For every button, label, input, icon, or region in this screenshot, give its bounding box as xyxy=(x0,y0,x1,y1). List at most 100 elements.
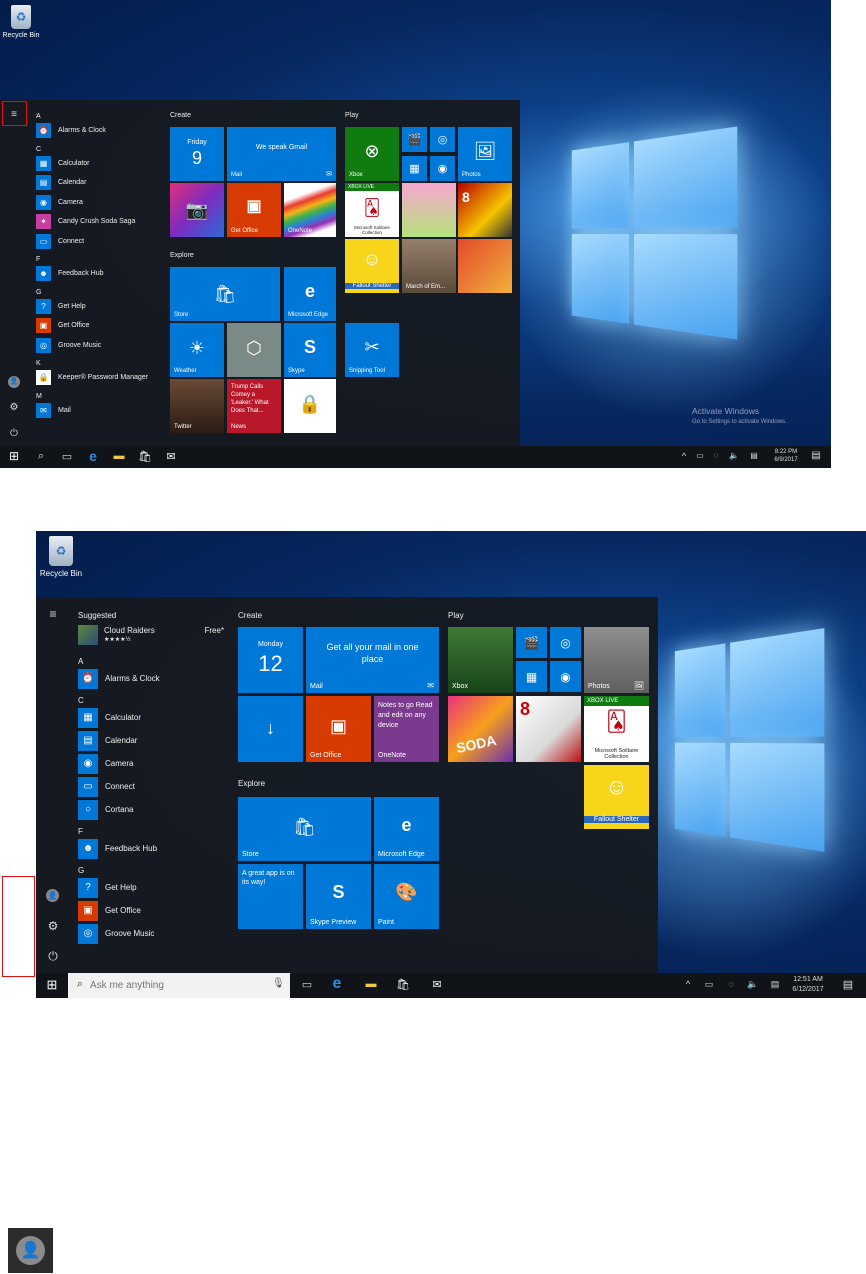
tile-store[interactable]: 🛍 Store xyxy=(238,797,371,861)
tile-skype[interactable]: S Skype xyxy=(284,323,336,377)
tile-xbox[interactable]: Xbox xyxy=(448,627,513,693)
gear-icon[interactable]: ⚙ xyxy=(44,917,62,935)
chevron-up-icon[interactable]: ^ xyxy=(678,451,690,461)
list-item[interactable]: ▣ Get Office xyxy=(78,899,228,922)
mail-icon[interactable]: ✉ xyxy=(162,450,180,463)
gear-icon[interactable]: ⚙ xyxy=(6,400,22,416)
list-item[interactable]: ▭ Connect xyxy=(78,775,228,798)
edge-icon[interactable]: e xyxy=(84,448,102,464)
tile-calculator[interactable]: ▦ xyxy=(402,156,427,181)
list-item[interactable]: ◉ Camera xyxy=(36,193,156,213)
network-icon[interactable]: ◌ xyxy=(724,979,738,989)
tile-edge[interactable]: e Microsoft Edge xyxy=(374,797,439,861)
keyboard-icon[interactable]: ▤ xyxy=(766,979,784,990)
list-item[interactable]: ✉ Mail xyxy=(36,401,156,421)
volume-icon[interactable]: 🔈 xyxy=(746,979,760,990)
task-view-icon[interactable]: ▭ xyxy=(298,978,316,991)
recycle-bin[interactable]: ♻ Recycle Bin xyxy=(38,536,84,578)
list-item[interactable]: ▭ Connect xyxy=(36,232,156,252)
start-button[interactable]: ⊞ xyxy=(40,977,64,993)
volume-icon[interactable]: 🔈 xyxy=(728,451,740,460)
list-item[interactable]: ? Get Help xyxy=(78,876,228,899)
notification-icon[interactable]: ▤ xyxy=(808,450,824,461)
tile-download[interactable]: ↓ xyxy=(238,696,303,762)
tile-game-hero[interactable] xyxy=(458,239,512,293)
tile-march-of-empires[interactable]: March of Em... xyxy=(402,239,456,293)
list-item[interactable]: ⏰ Alarms & Clock xyxy=(78,667,228,690)
search-box[interactable]: ⌕ 🎙 xyxy=(68,973,290,998)
file-explorer-icon[interactable]: ▬ xyxy=(110,450,128,462)
task-view-icon[interactable]: ▭ xyxy=(58,450,76,463)
list-item[interactable]: ⏰ Alarms & Clock xyxy=(36,121,156,141)
list-item[interactable]: ○ Cortana xyxy=(78,798,228,821)
list-item[interactable]: ◎ Groove Music xyxy=(36,336,156,356)
list-item[interactable]: ☻ Feedback Hub xyxy=(78,837,228,860)
list-item[interactable]: ? Get Help xyxy=(36,297,156,317)
tile-fallout[interactable]: ☺ Fallout Shelter xyxy=(584,765,649,829)
power-icon[interactable]: ⏻ xyxy=(44,947,62,965)
list-item[interactable]: ▦ Calculator xyxy=(36,154,156,174)
clock[interactable]: 12:51 AM 6/12/2017 xyxy=(786,975,830,995)
tile-twitter[interactable]: Twitter xyxy=(170,379,224,433)
list-item[interactable]: ▤ Calendar xyxy=(36,173,156,193)
tile-snipping[interactable]: ✂ Snipping Tool xyxy=(345,323,399,377)
list-item[interactable]: ☻ Feedback Hub xyxy=(36,264,156,284)
tile-news[interactable]: Trump Calls Comey a 'Leaker.' What Does … xyxy=(227,379,281,433)
tile-groove[interactable]: ◎ xyxy=(550,627,581,658)
edge-icon[interactable]: e xyxy=(328,975,346,993)
list-item[interactable]: 🔒 Keeper® Password Manager xyxy=(36,368,156,388)
tile-mail[interactable]: We speak Gmail Mail ✉ xyxy=(227,127,336,181)
tile-camera[interactable]: ◉ xyxy=(550,661,581,692)
tile-solitaire[interactable]: XBOX LIVE 🂡 Microsoft Solitaire Collecti… xyxy=(345,183,399,237)
file-explorer-icon[interactable]: ▬ xyxy=(362,978,380,990)
list-item[interactable]: ▤ Calendar xyxy=(78,729,228,752)
tile-calendar[interactable]: Monday 12 xyxy=(238,627,303,693)
tile-asphalt[interactable]: 8 xyxy=(458,183,512,237)
tile-store[interactable]: 🛍 Store xyxy=(170,267,280,321)
search-icon[interactable]: ⌕ xyxy=(32,450,50,463)
battery-icon[interactable]: ▭ xyxy=(702,979,716,990)
user-icon[interactable]: 👤 xyxy=(46,889,59,902)
tile-photos[interactable]: 🖼 Photos xyxy=(458,127,512,181)
tile-asphalt[interactable]: 8 xyxy=(516,696,581,762)
tile-get-office[interactable]: ▣ Get Office xyxy=(306,696,371,762)
list-item[interactable]: ✦ Candy Crush Soda Saga xyxy=(36,212,156,232)
recycle-bin[interactable]: ♻ Recycle Bin xyxy=(1,5,41,39)
chevron-up-icon[interactable]: ^ xyxy=(682,979,694,989)
list-item[interactable]: ◉ Camera xyxy=(78,752,228,775)
tile-keeper[interactable]: 🔒 xyxy=(284,379,336,433)
list-item[interactable]: ▣ Get Office xyxy=(36,316,156,336)
notification-icon[interactable]: ▤ xyxy=(840,978,856,991)
mail-icon[interactable]: ✉ xyxy=(428,978,446,991)
battery-icon[interactable]: ▭ xyxy=(694,451,706,460)
power-icon[interactable]: ⏻ xyxy=(6,426,22,442)
tile-candy-soda[interactable]: SODA xyxy=(448,696,513,762)
tile-app-coming[interactable]: A great app is on its way! xyxy=(238,864,303,929)
tile-onenote[interactable]: Notes to go Read and edit on any device … xyxy=(374,696,439,762)
tile-movies[interactable]: 🎬 xyxy=(402,127,427,152)
list-item[interactable]: ▦ Calculator xyxy=(78,706,228,729)
tile-candy[interactable] xyxy=(402,183,456,237)
tile-fallout[interactable]: ☺ Fallout Shelter xyxy=(345,239,399,293)
tile-weather[interactable]: ☀ Weather xyxy=(170,323,224,377)
suggested-app[interactable]: Cloud Raiders ★★★★½ Free* xyxy=(78,625,224,647)
tile-get-office[interactable]: ▣ Get Office xyxy=(227,183,281,237)
clock[interactable]: 8:22 PM 6/9/2017 xyxy=(766,448,806,464)
tile-onenote[interactable]: OneNote xyxy=(284,183,336,237)
store-icon[interactable]: 🛍 xyxy=(394,978,412,991)
keyboard-icon[interactable]: ▤ xyxy=(746,451,762,460)
network-icon[interactable]: ◌ xyxy=(710,451,722,460)
tile-mail[interactable]: Get all your mail in one place Mail ✉ xyxy=(306,627,439,693)
tile-xbox[interactable]: ⊗ Xbox xyxy=(345,127,399,181)
microphone-icon[interactable]: 🎙 xyxy=(272,978,284,989)
tile-movies[interactable]: 🎬 xyxy=(516,627,547,658)
tile-groove[interactable]: ◎ xyxy=(430,127,455,152)
tile-photo-app[interactable]: 📷 xyxy=(170,183,224,237)
start-button[interactable]: ⊞ xyxy=(4,449,24,463)
menu-icon[interactable]: ≡ xyxy=(42,605,64,623)
tile-edge[interactable]: e Microsoft Edge xyxy=(284,267,336,321)
tile-hex-app[interactable]: ⬡ xyxy=(227,323,281,377)
tile-paint[interactable]: 🎨 Paint xyxy=(374,864,439,929)
search-input[interactable] xyxy=(90,977,260,994)
tile-skype-preview[interactable]: S Skype Preview xyxy=(306,864,371,929)
